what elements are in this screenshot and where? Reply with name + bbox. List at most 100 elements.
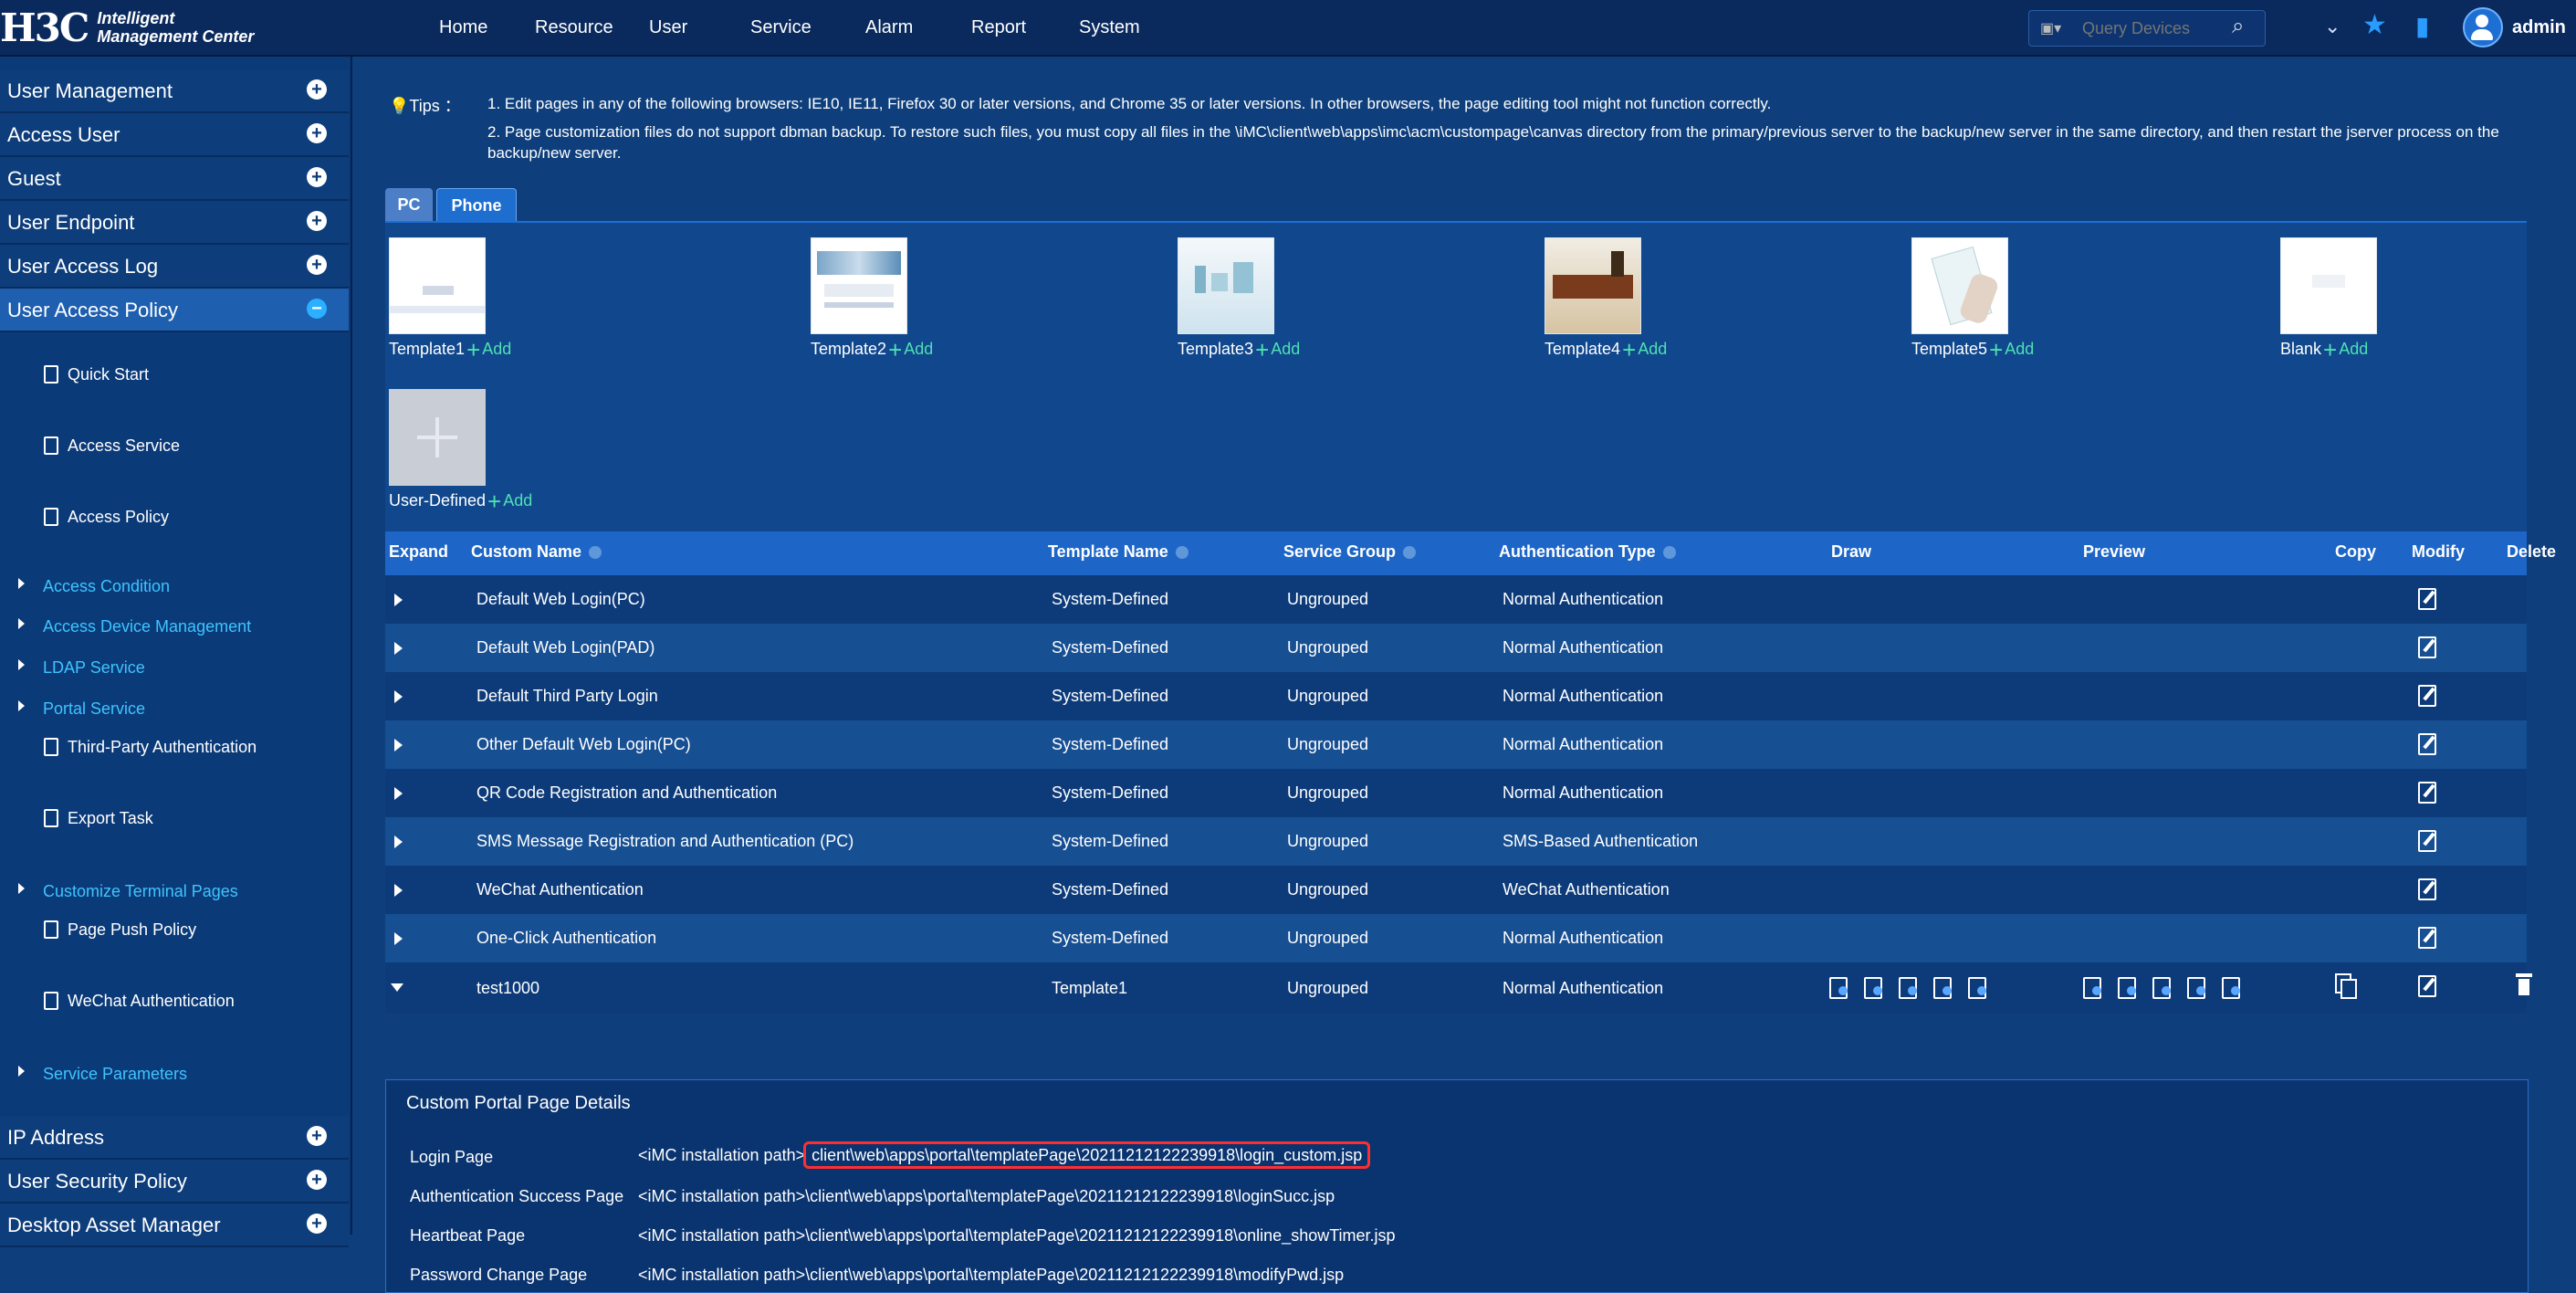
expand-arrow-icon[interactable] [394,642,403,655]
logo[interactable]: H3C Intelligent Management Center [0,2,254,53]
modify-icon[interactable] [2416,683,2436,707]
sort-icon[interactable] [1175,546,1189,560]
sidebar-access-user[interactable]: Access User + [0,113,349,157]
modify-icon[interactable] [2416,828,2436,852]
header-custom-name[interactable]: Custom Name [471,542,602,562]
draw-heartbeat-page-icon[interactable] [1897,975,1917,999]
expand-arrow-icon[interactable] [394,787,403,800]
nav-report[interactable]: Report [971,0,1079,55]
sidebar-user-security-policy[interactable]: User Security Policy + [0,1160,349,1204]
nav-alarm[interactable]: Alarm [865,0,971,55]
sort-icon[interactable] [1403,546,1417,560]
tab-pc[interactable]: PC [385,188,433,221]
preview-success-page-icon[interactable] [2116,975,2136,999]
preview-password-page-icon[interactable] [2185,975,2205,999]
sidebar-guest[interactable]: Guest + [0,157,349,201]
sidebar-quick-start[interactable]: Quick Start [40,363,149,385]
template-thumbnail[interactable] [811,237,907,334]
expand-icon[interactable]: + [307,123,327,143]
expand-arrow-icon[interactable] [394,690,403,703]
sort-icon[interactable] [589,546,602,560]
modify-icon[interactable] [2416,925,2436,949]
sidebar-wechat-authentication[interactable]: WeChat Authentication [40,990,235,1012]
modify-icon[interactable] [2416,635,2436,658]
sidebar-user-endpoint[interactable]: User Endpoint + [0,201,349,245]
avatar[interactable] [2463,7,2503,47]
username[interactable]: admin [2512,17,2566,38]
sidebar-group-access-device-management[interactable]: Access Device Management [18,617,251,636]
chevron-down-icon[interactable]: ⌄ [2324,15,2340,38]
nav-user[interactable]: User [649,0,750,55]
expand-arrow-icon[interactable] [394,739,403,752]
modify-icon[interactable] [2416,877,2436,900]
add-template-button[interactable]: + Add [466,338,511,362]
header-template-name[interactable]: Template Name [1048,542,1189,562]
modify-icon[interactable] [2416,586,2436,610]
sidebar-user-access-log[interactable]: User Access Log + [0,245,349,289]
expand-icon[interactable]: + [307,1126,327,1146]
expand-icon[interactable]: + [307,167,327,187]
tab-phone[interactable]: Phone [436,188,517,222]
sidebar-group-access-condition[interactable]: Access Condition [18,577,170,596]
add-template-button[interactable]: + Add [2323,338,2368,362]
bookmark-icon[interactable]: ▮ [2415,11,2429,41]
sidebar-export-task[interactable]: Export Task [40,807,153,829]
nav-service[interactable]: Service [750,0,865,55]
add-template-button[interactable]: + Add [1622,338,1667,362]
add-template-button[interactable]: + Add [888,338,933,362]
collapse-icon[interactable]: − [307,299,327,319]
sidebar-group-ldap-service[interactable]: LDAP Service [18,658,145,678]
preview-heartbeat-page-icon[interactable] [2151,975,2171,999]
draw-login-page-icon[interactable] [1827,975,1848,999]
sort-icon[interactable] [1662,546,1676,560]
template-thumbnail[interactable] [1178,237,1274,334]
sidebar-group-customize-terminal-pages[interactable]: Customize Terminal Pages [18,882,238,901]
expand-icon[interactable]: + [307,1214,327,1234]
draw-other-page-icon[interactable] [1966,975,1986,999]
expand-icon[interactable]: + [307,79,327,100]
expand-arrow-icon[interactable] [394,932,403,945]
template-thumbnail[interactable] [1545,237,1641,334]
header-authentication-type[interactable]: Authentication Type [1499,542,1676,562]
template-thumbnail[interactable] [389,237,486,334]
search-icon[interactable]: ⌕ [2232,14,2244,39]
modify-icon[interactable] [2416,973,2436,997]
modify-icon[interactable] [2416,731,2436,755]
expand-icon[interactable]: + [307,211,327,231]
nav-system[interactable]: System [1079,0,1140,55]
add-template-button[interactable]: + Add [487,489,532,513]
favorite-star-icon[interactable]: ★ [2362,9,2387,41]
sidebar-group-portal-service[interactable]: Portal Service [18,699,145,719]
draw-success-page-icon[interactable] [1862,975,1882,999]
search-input[interactable] [2080,15,2230,42]
sidebar-ip-address[interactable]: IP Address + [0,1116,349,1160]
sidebar-desktop-asset-manager[interactable]: Desktop Asset Manager + [0,1204,349,1247]
template-thumbnail[interactable] [2280,237,2377,334]
add-template-button[interactable]: + Add [1989,338,2034,362]
modify-icon[interactable] [2416,780,2436,804]
device-filter-icon[interactable]: ▣▾ [2040,19,2061,37]
sidebar-user-management[interactable]: User Management + [0,69,349,113]
trash-icon[interactable] [2514,973,2534,997]
preview-other-page-icon[interactable] [2220,975,2240,999]
draw-password-page-icon[interactable] [1932,975,1952,999]
sidebar-page-push-policy[interactable]: Page Push Policy [40,919,196,941]
sidebar-access-policy[interactable]: Access Policy [40,506,169,528]
expand-icon[interactable]: + [307,1170,327,1190]
header-service-group[interactable]: Service Group [1283,542,1417,562]
preview-login-page-icon[interactable] [2081,975,2101,999]
nav-home[interactable]: Home [413,0,535,55]
expand-arrow-icon[interactable] [394,884,403,897]
copy-icon[interactable] [2335,973,2357,999]
template-thumbnail[interactable] [389,389,486,486]
sidebar-access-service[interactable]: Access Service [40,435,180,457]
expand-arrow-icon[interactable] [394,836,403,848]
sidebar-third-party-authentication[interactable]: Third-Party Authentication [40,736,257,758]
expand-icon[interactable]: + [307,255,327,275]
collapse-arrow-icon[interactable] [391,983,403,992]
expand-arrow-icon[interactable] [394,594,403,606]
add-template-button[interactable]: + Add [1255,338,1300,362]
sidebar-user-access-policy[interactable]: User Access Policy − [0,289,349,332]
template-thumbnail[interactable] [1911,237,2008,334]
nav-resource[interactable]: Resource [535,0,649,55]
